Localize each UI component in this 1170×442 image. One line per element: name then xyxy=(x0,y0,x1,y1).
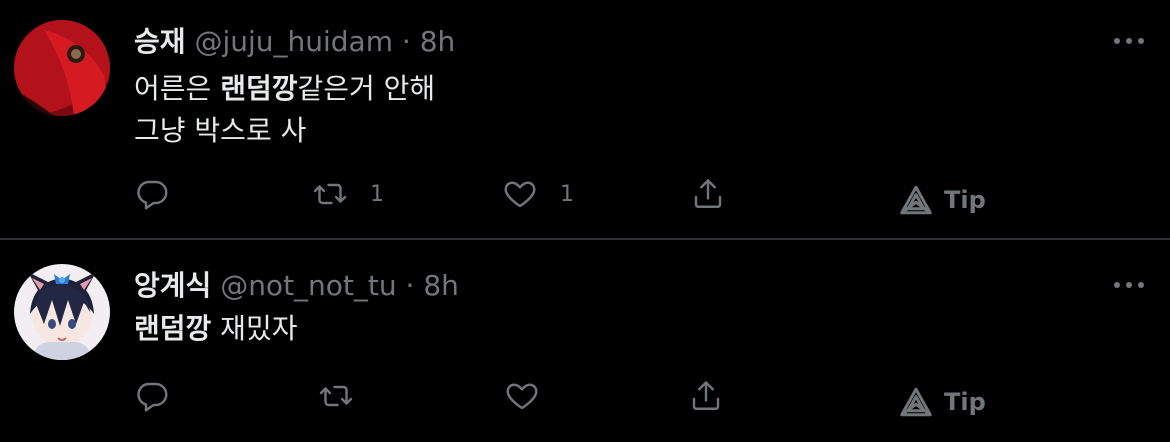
handle[interactable]: @not_not_tu xyxy=(220,269,396,302)
highlight-text: 랜덤깡 xyxy=(220,72,298,105)
tip-button[interactable]: Tip xyxy=(898,180,986,220)
text-segment: 그냥 박스로 사 xyxy=(134,114,307,147)
display-name[interactable]: 앙계식 xyxy=(134,269,211,302)
share-button[interactable] xyxy=(688,376,724,416)
tweet[interactable]: 앙계식 @not_not_tu · 8h 랜덤깡 재밌자 Tip xyxy=(0,240,1170,442)
tweet-header: 승재 @juju_huidam · 8h xyxy=(134,25,455,59)
tweet-line: 그냥 박스로 사 xyxy=(134,110,435,152)
share-icon xyxy=(694,179,722,208)
tweet[interactable]: 승재 @juju_huidam · 8h 어른은 랜덤깡같은거 안해 그냥 박스… xyxy=(0,0,1170,238)
separator: · xyxy=(401,25,411,58)
reply-icon xyxy=(137,382,168,412)
avatar[interactable] xyxy=(14,20,110,116)
tweet-header: 앙계식 @not_not_tu · 8h xyxy=(134,269,459,303)
like-icon xyxy=(506,383,538,410)
tip-icon xyxy=(900,387,932,417)
reply-button[interactable] xyxy=(134,174,170,214)
like-button[interactable]: 1 xyxy=(502,174,574,214)
more-icon[interactable] xyxy=(1114,38,1144,46)
retweet-button[interactable]: 1 xyxy=(312,174,384,214)
text-segment: 재밌자 xyxy=(211,312,298,345)
like-icon xyxy=(504,181,536,208)
retweet-icon xyxy=(319,385,353,407)
retweet-count: 1 xyxy=(370,181,384,207)
retweet-button[interactable] xyxy=(318,376,354,416)
tip-button[interactable]: Tip xyxy=(898,382,986,422)
share-button[interactable] xyxy=(690,174,726,214)
timestamp[interactable]: 8h xyxy=(423,269,459,302)
reply-button[interactable] xyxy=(134,376,170,416)
tip-icon xyxy=(900,185,932,215)
tweet-line: 랜덤깡 재밌자 xyxy=(134,308,297,350)
share-icon xyxy=(692,381,720,410)
timestamp[interactable]: 8h xyxy=(420,25,456,58)
like-button[interactable] xyxy=(504,376,540,416)
tweet-line: 어른은 랜덤깡같은거 안해 xyxy=(134,68,435,110)
tweet-text: 랜덤깡 재밌자 xyxy=(134,308,297,350)
retweet-icon xyxy=(313,183,347,205)
tweet-text: 어른은 랜덤깡같은거 안해 그냥 박스로 사 xyxy=(134,68,435,152)
highlight-text: 랜덤깡 xyxy=(134,312,212,345)
text-segment: 같은거 안해 xyxy=(297,72,436,105)
handle[interactable]: @juju_huidam xyxy=(194,25,393,58)
text-segment: 어른은 xyxy=(134,72,221,105)
avatar[interactable] xyxy=(14,264,110,360)
like-count: 1 xyxy=(560,181,574,207)
separator: · xyxy=(405,269,415,302)
tip-label: Tip xyxy=(944,186,986,214)
tip-label: Tip xyxy=(944,388,986,416)
more-icon[interactable] xyxy=(1114,282,1144,290)
reply-icon xyxy=(137,180,168,210)
display-name[interactable]: 승재 xyxy=(134,25,186,58)
